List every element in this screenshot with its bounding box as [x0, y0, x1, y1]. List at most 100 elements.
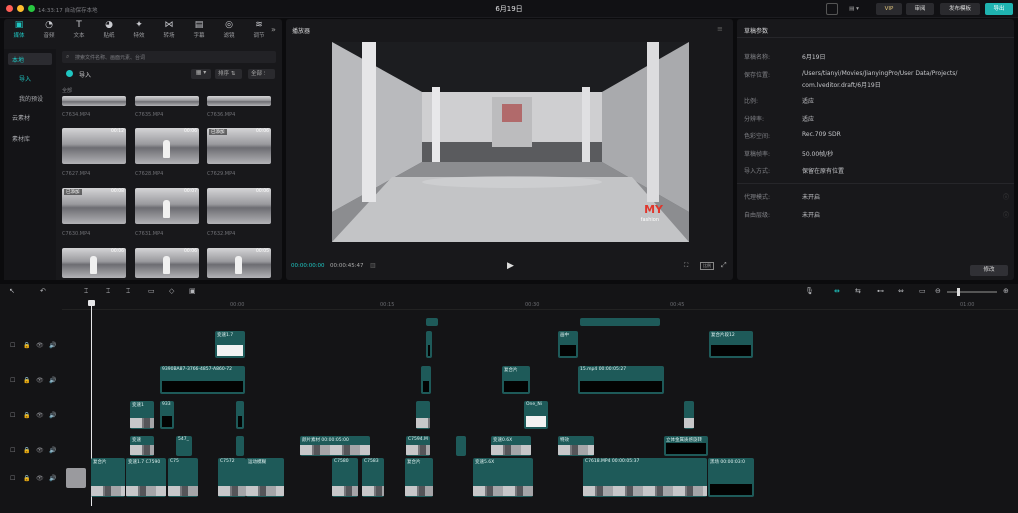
tab-text[interactable]: T 文本 — [66, 20, 92, 39]
main-track-clip[interactable]: 复合片 — [405, 458, 433, 497]
cover-thumbnail[interactable] — [66, 468, 86, 488]
audio-icon[interactable]: 🔊 — [49, 412, 56, 419]
export-button[interactable]: 导出 — [985, 3, 1013, 15]
lock-icon[interactable]: 🔒 — [23, 377, 30, 384]
media-thumbnail[interactable]: 00:05 — [207, 248, 271, 278]
tab-media[interactable]: ▣ 媒体 — [6, 20, 32, 39]
timeline-clip[interactable]: C7594.M — [406, 436, 430, 456]
main-track-clip[interactable]: C7583 — [362, 458, 384, 497]
split-left-icon[interactable]: ⌶ — [106, 287, 110, 296]
split-icon[interactable]: ⌶ — [84, 287, 88, 296]
ratio-icon[interactable]: 比例 — [700, 262, 714, 270]
timeline-clip[interactable] — [580, 318, 660, 326]
timeline-clip[interactable] — [421, 366, 431, 394]
tab-caption[interactable]: ▤ 字幕 — [186, 20, 212, 39]
modify-button[interactable]: 修改 — [970, 265, 1008, 276]
lock-icon[interactable]: 🔒 — [23, 475, 30, 482]
zoom-out-icon[interactable]: ⊖ — [935, 287, 941, 295]
media-thumbnail[interactable]: 00:06 — [135, 248, 199, 278]
main-track-clip[interactable]: 变速1.7 C7590 — [126, 458, 166, 497]
fit-view-icon[interactable]: ⛶ — [684, 262, 688, 270]
import-radio-icon[interactable] — [66, 70, 73, 77]
screen-icon[interactable]: ▭ — [919, 287, 926, 295]
sidebar-item-import[interactable]: 导入 — [19, 74, 31, 83]
timeline-clip[interactable]: 变速1 — [130, 401, 154, 429]
import-button[interactable]: 导入 — [79, 70, 91, 79]
audio-icon[interactable]: 🔊 — [49, 377, 56, 384]
vip-button[interactable]: VIP — [876, 3, 902, 15]
timeline-clip[interactable]: 变速 — [130, 436, 154, 456]
snap-icon[interactable]: ⇆ — [855, 287, 861, 295]
zoom-slider-track[interactable] — [947, 291, 997, 293]
lock-icon[interactable]: 🔒 — [23, 447, 30, 454]
link-icon[interactable]: ⇹ — [834, 287, 840, 295]
playhead-handle[interactable] — [88, 300, 95, 306]
sidebar-item-local[interactable]: 本地 — [12, 55, 24, 64]
eye-icon[interactable]: 👁 — [36, 412, 44, 419]
main-track-clip[interactable]: 变速5.6X — [473, 458, 533, 497]
eye-icon[interactable]: 👁 — [36, 377, 44, 384]
timeline-clip[interactable]: 画中 — [558, 331, 578, 358]
media-thumbnail[interactable]: 00:06 — [135, 128, 199, 164]
main-track-clip[interactable]: 运动模糊 — [246, 458, 284, 497]
eye-icon[interactable]: 👁 — [36, 447, 44, 454]
timeline-clip[interactable]: 复合片段12 — [709, 331, 753, 358]
review-button[interactable]: 审阅 — [906, 3, 934, 15]
main-track-clip[interactable]: C7580 — [332, 458, 358, 497]
sort-button[interactable]: 排序 ⇅ — [215, 69, 242, 79]
timeline-clip[interactable]: 547_ — [176, 436, 192, 456]
media-thumbnail[interactable]: 已添加 00:06 — [207, 128, 271, 164]
layout-icon[interactable] — [826, 3, 838, 15]
timeline-clip[interactable]: 特效 — [558, 436, 594, 456]
media-thumbnail[interactable]: 00:12 — [62, 128, 126, 164]
player-menu-icon[interactable]: ≡ — [717, 25, 723, 33]
main-track-clip[interactable]: C75 — [168, 458, 198, 497]
align-icon[interactable]: ⇔ — [898, 287, 904, 295]
timeline-clip[interactable]: 颜片素材 00:00:05:00 — [300, 436, 370, 456]
lock-icon[interactable]: 🔒 — [23, 342, 30, 349]
tab-audio[interactable]: ◔ 音频 — [36, 20, 62, 39]
timeline-clip[interactable]: 9390BA87-3766-4857-A860-72 — [160, 366, 245, 394]
timeline-clip[interactable] — [416, 401, 430, 429]
timeline-clip[interactable] — [236, 436, 244, 456]
timeline-clip[interactable]: 立体金属质感旋转 — [664, 436, 708, 456]
media-thumbnail[interactable] — [135, 96, 199, 106]
timeline-clip[interactable]: 933 — [160, 401, 174, 429]
split-right-icon[interactable]: ⌶ — [126, 287, 130, 296]
more-tabs-icon[interactable]: » — [271, 25, 276, 34]
sidebar-item-cloud[interactable]: 云素材 — [12, 113, 30, 122]
tab-transition[interactable]: ⋈ 转场 — [156, 20, 182, 39]
timeline-clip[interactable] — [426, 318, 438, 326]
fullscreen-icon[interactable]: ⤢ — [721, 261, 727, 270]
shortcut-icon[interactable]: ▤ ▾ — [846, 3, 862, 15]
media-thumbnail[interactable] — [62, 96, 126, 106]
undo-icon[interactable]: ↶ — [40, 287, 46, 295]
tab-sticker[interactable]: ◕ 贴纸 — [96, 20, 122, 39]
publish-template-button[interactable]: 发布模板 — [940, 3, 980, 15]
audio-icon[interactable]: 🔊 — [49, 475, 56, 482]
track-toggle-icon[interactable]: ☐ — [10, 342, 15, 349]
media-search-box[interactable]: ⌕ 搜索文件名称、画面元素、台词 — [62, 51, 276, 63]
main-track-clip[interactable]: C7572 — [218, 458, 246, 497]
eye-icon[interactable]: 👁 — [36, 475, 44, 482]
track-toggle-icon[interactable]: ☐ — [10, 377, 15, 384]
media-thumbnail[interactable]: 00:06 — [207, 188, 271, 224]
view-toggle-icon[interactable]: ▦ ▾ — [191, 69, 211, 79]
tab-adjust[interactable]: ≋ 调节 — [246, 20, 272, 39]
tab-effects[interactable]: ✦ 特效 — [126, 20, 152, 39]
delete-icon[interactable]: ▭ — [148, 287, 155, 295]
media-thumbnail[interactable]: 00:07 — [135, 188, 199, 224]
timeline-clip[interactable]: 15.mp4 00:00:05:27 — [578, 366, 664, 394]
audio-icon[interactable]: 🔊 — [49, 447, 56, 454]
timeline-clip[interactable] — [684, 401, 694, 429]
select-icon[interactable]: ↖ — [9, 287, 15, 295]
lock-icon[interactable]: 🔒 — [23, 412, 30, 419]
layer-info-icon[interactable]: ⓘ — [1003, 210, 1009, 219]
main-track-clip[interactable]: C7618.MP4 00:00:05:37 — [583, 458, 707, 497]
preview-axis-icon[interactable]: ⊷ — [877, 287, 884, 295]
media-thumbnail[interactable] — [207, 96, 271, 106]
timeline-clip[interactable] — [236, 401, 244, 429]
main-track-clip[interactable]: 黑场 00:00:03:0 — [708, 458, 754, 497]
main-track-clip[interactable]: 复合片 — [91, 458, 125, 497]
media-thumbnail[interactable]: 已添加 00:08 — [62, 188, 126, 224]
